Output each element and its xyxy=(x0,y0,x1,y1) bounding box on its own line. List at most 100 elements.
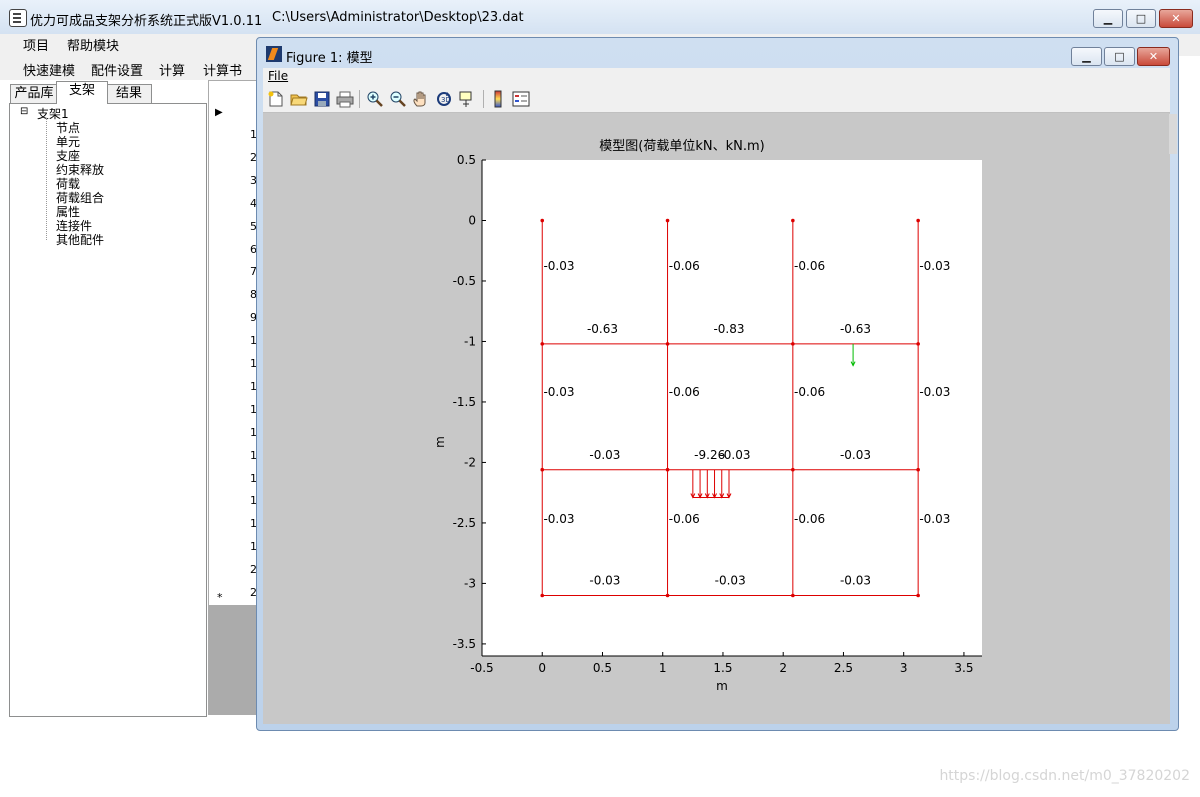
member-force-label: -0.06 xyxy=(794,512,825,526)
data-cursor-icon[interactable] xyxy=(458,90,476,108)
tree-panel xyxy=(9,103,207,717)
x-tick-label: 3 xyxy=(900,661,908,675)
colorbar-icon[interactable] xyxy=(489,90,507,108)
maximize-icon: □ xyxy=(1135,12,1147,25)
menu-project[interactable]: 项目 xyxy=(23,35,49,54)
member-force-label: -0.63 xyxy=(840,322,871,336)
frame-node xyxy=(916,342,920,346)
zoom-out-icon[interactable] xyxy=(389,90,407,108)
figure-scrollbar[interactable] xyxy=(1169,114,1177,154)
member-force-label: -0.03 xyxy=(589,574,620,588)
figure-maximize-button[interactable]: □ xyxy=(1104,47,1135,66)
member-force-label: -0.03 xyxy=(919,512,950,526)
frame-node xyxy=(916,218,920,223)
app-title: 优力可成品支架分析系统正式版V1.0.11 xyxy=(30,14,263,29)
y-tick-label: 0.5 xyxy=(457,153,476,167)
member-force-label: -0.03 xyxy=(543,259,574,273)
fitting-settings-button[interactable]: 配件设置 xyxy=(91,60,143,79)
frame-node xyxy=(791,467,795,472)
y-tick-label: -1.5 xyxy=(453,395,476,409)
app-icon xyxy=(9,9,27,27)
svg-text:3D: 3D xyxy=(441,96,451,104)
close-icon: ✕ xyxy=(1171,12,1181,25)
figure-minimize-button[interactable]: ▁ xyxy=(1071,47,1102,66)
model-plot: 模型图(荷载单位kN、kN.m) -0.5 0 0.5 1 1.5 2 2.5 3 3.5 0.5 0… xyxy=(433,139,982,693)
y-tick-label: -2.5 xyxy=(453,516,476,530)
tab-results[interactable]: 结果 xyxy=(106,84,152,103)
x-tick-label: 0.5 xyxy=(593,661,612,675)
member-force-label: -0.06 xyxy=(794,385,825,399)
y-tick-label: -3 xyxy=(464,576,476,590)
save-icon[interactable] xyxy=(313,90,331,108)
current-row-marker: ▶ xyxy=(215,107,223,118)
x-tick-label: 1.5 xyxy=(713,661,732,675)
y-tick-label: -0.5 xyxy=(453,274,476,288)
tab-product-library[interactable]: 产品库 xyxy=(10,84,58,103)
member-force-label: -0.03 xyxy=(719,448,750,462)
x-tick-label: -0.5 xyxy=(470,661,493,675)
close-icon: ✕ xyxy=(1148,50,1159,63)
matlab-icon xyxy=(266,46,282,62)
x-tick-label: 2 xyxy=(779,661,787,675)
x-axis-label: m xyxy=(716,679,728,693)
watermark: https://blog.csdn.net/m0_37820202 xyxy=(939,768,1190,784)
y-tick-label: 0 xyxy=(468,213,476,227)
frame-node xyxy=(665,218,670,223)
rotate-icon[interactable]: 3D xyxy=(435,90,453,108)
member-force-label: -0.83 xyxy=(713,322,744,336)
frame-node xyxy=(791,342,795,346)
print-icon[interactable] xyxy=(336,90,354,108)
minimize-icon: ▁ xyxy=(1103,12,1113,25)
frame-node xyxy=(916,467,920,472)
frame-node xyxy=(540,342,545,346)
minimize-button[interactable]: ▁ xyxy=(1093,9,1123,28)
frame-node xyxy=(665,342,670,346)
toolbar-separator xyxy=(359,90,360,108)
minimize-icon: ▁ xyxy=(1082,50,1091,63)
maximize-button[interactable]: □ xyxy=(1126,9,1156,28)
legend-icon[interactable] xyxy=(512,90,530,108)
x-tick-label: 3.5 xyxy=(954,661,973,675)
member-force-label: -0.03 xyxy=(919,385,950,399)
new-file-icon[interactable] xyxy=(267,90,285,108)
member-force-label: -0.03 xyxy=(919,259,950,273)
x-tick-label: 2.5 xyxy=(834,661,853,675)
open-folder-icon[interactable] xyxy=(290,90,308,108)
frame-node xyxy=(665,593,670,598)
quick-model-button[interactable]: 快速建模 xyxy=(23,60,75,79)
pan-hand-icon[interactable] xyxy=(412,90,430,108)
calculate-button[interactable]: 计算 xyxy=(159,60,185,79)
member-force-label: -0.06 xyxy=(669,259,700,273)
figure-title: Figure 1: 模型 xyxy=(286,51,373,66)
figure-close-button[interactable]: ✕ xyxy=(1137,47,1170,66)
frame-node xyxy=(540,218,545,223)
member-force-label: -0.03 xyxy=(715,574,746,588)
toolbar-separator xyxy=(483,90,484,108)
x-tick-label: 0 xyxy=(538,661,546,675)
y-tick-label: -2 xyxy=(464,455,476,469)
chart-title: 模型图(荷载单位kN、kN.m) xyxy=(599,139,764,154)
frame-node xyxy=(916,593,920,598)
figure-menu-file[interactable]: File xyxy=(268,69,288,83)
tab-support[interactable]: 支架 xyxy=(56,81,108,104)
tree-collapse-toggle[interactable]: ⊟ xyxy=(20,107,28,117)
y-tick-label: -1 xyxy=(464,334,476,348)
frame-node xyxy=(540,467,545,472)
y-axis-label: m xyxy=(433,436,447,448)
member-force-label: -0.03 xyxy=(840,574,871,588)
member-force-label: -0.63 xyxy=(587,322,618,336)
tree-guide-line xyxy=(46,118,47,240)
tree-item-other-fittings[interactable]: 其他配件 xyxy=(56,231,104,248)
member-force-label: -0.03 xyxy=(840,448,871,462)
close-button[interactable]: ✕ xyxy=(1159,9,1193,28)
frame-node xyxy=(665,467,670,472)
figure-menu-bar xyxy=(263,68,1170,86)
frame-node xyxy=(791,593,795,598)
report-button[interactable]: 计算书 xyxy=(203,60,242,79)
x-tick-label: 1 xyxy=(659,661,667,675)
member-force-label: -0.03 xyxy=(589,448,620,462)
menu-help[interactable]: 帮助模块 xyxy=(67,35,119,54)
frame-node xyxy=(540,593,545,598)
zoom-in-icon[interactable] xyxy=(366,90,384,108)
frame-node xyxy=(791,218,795,223)
